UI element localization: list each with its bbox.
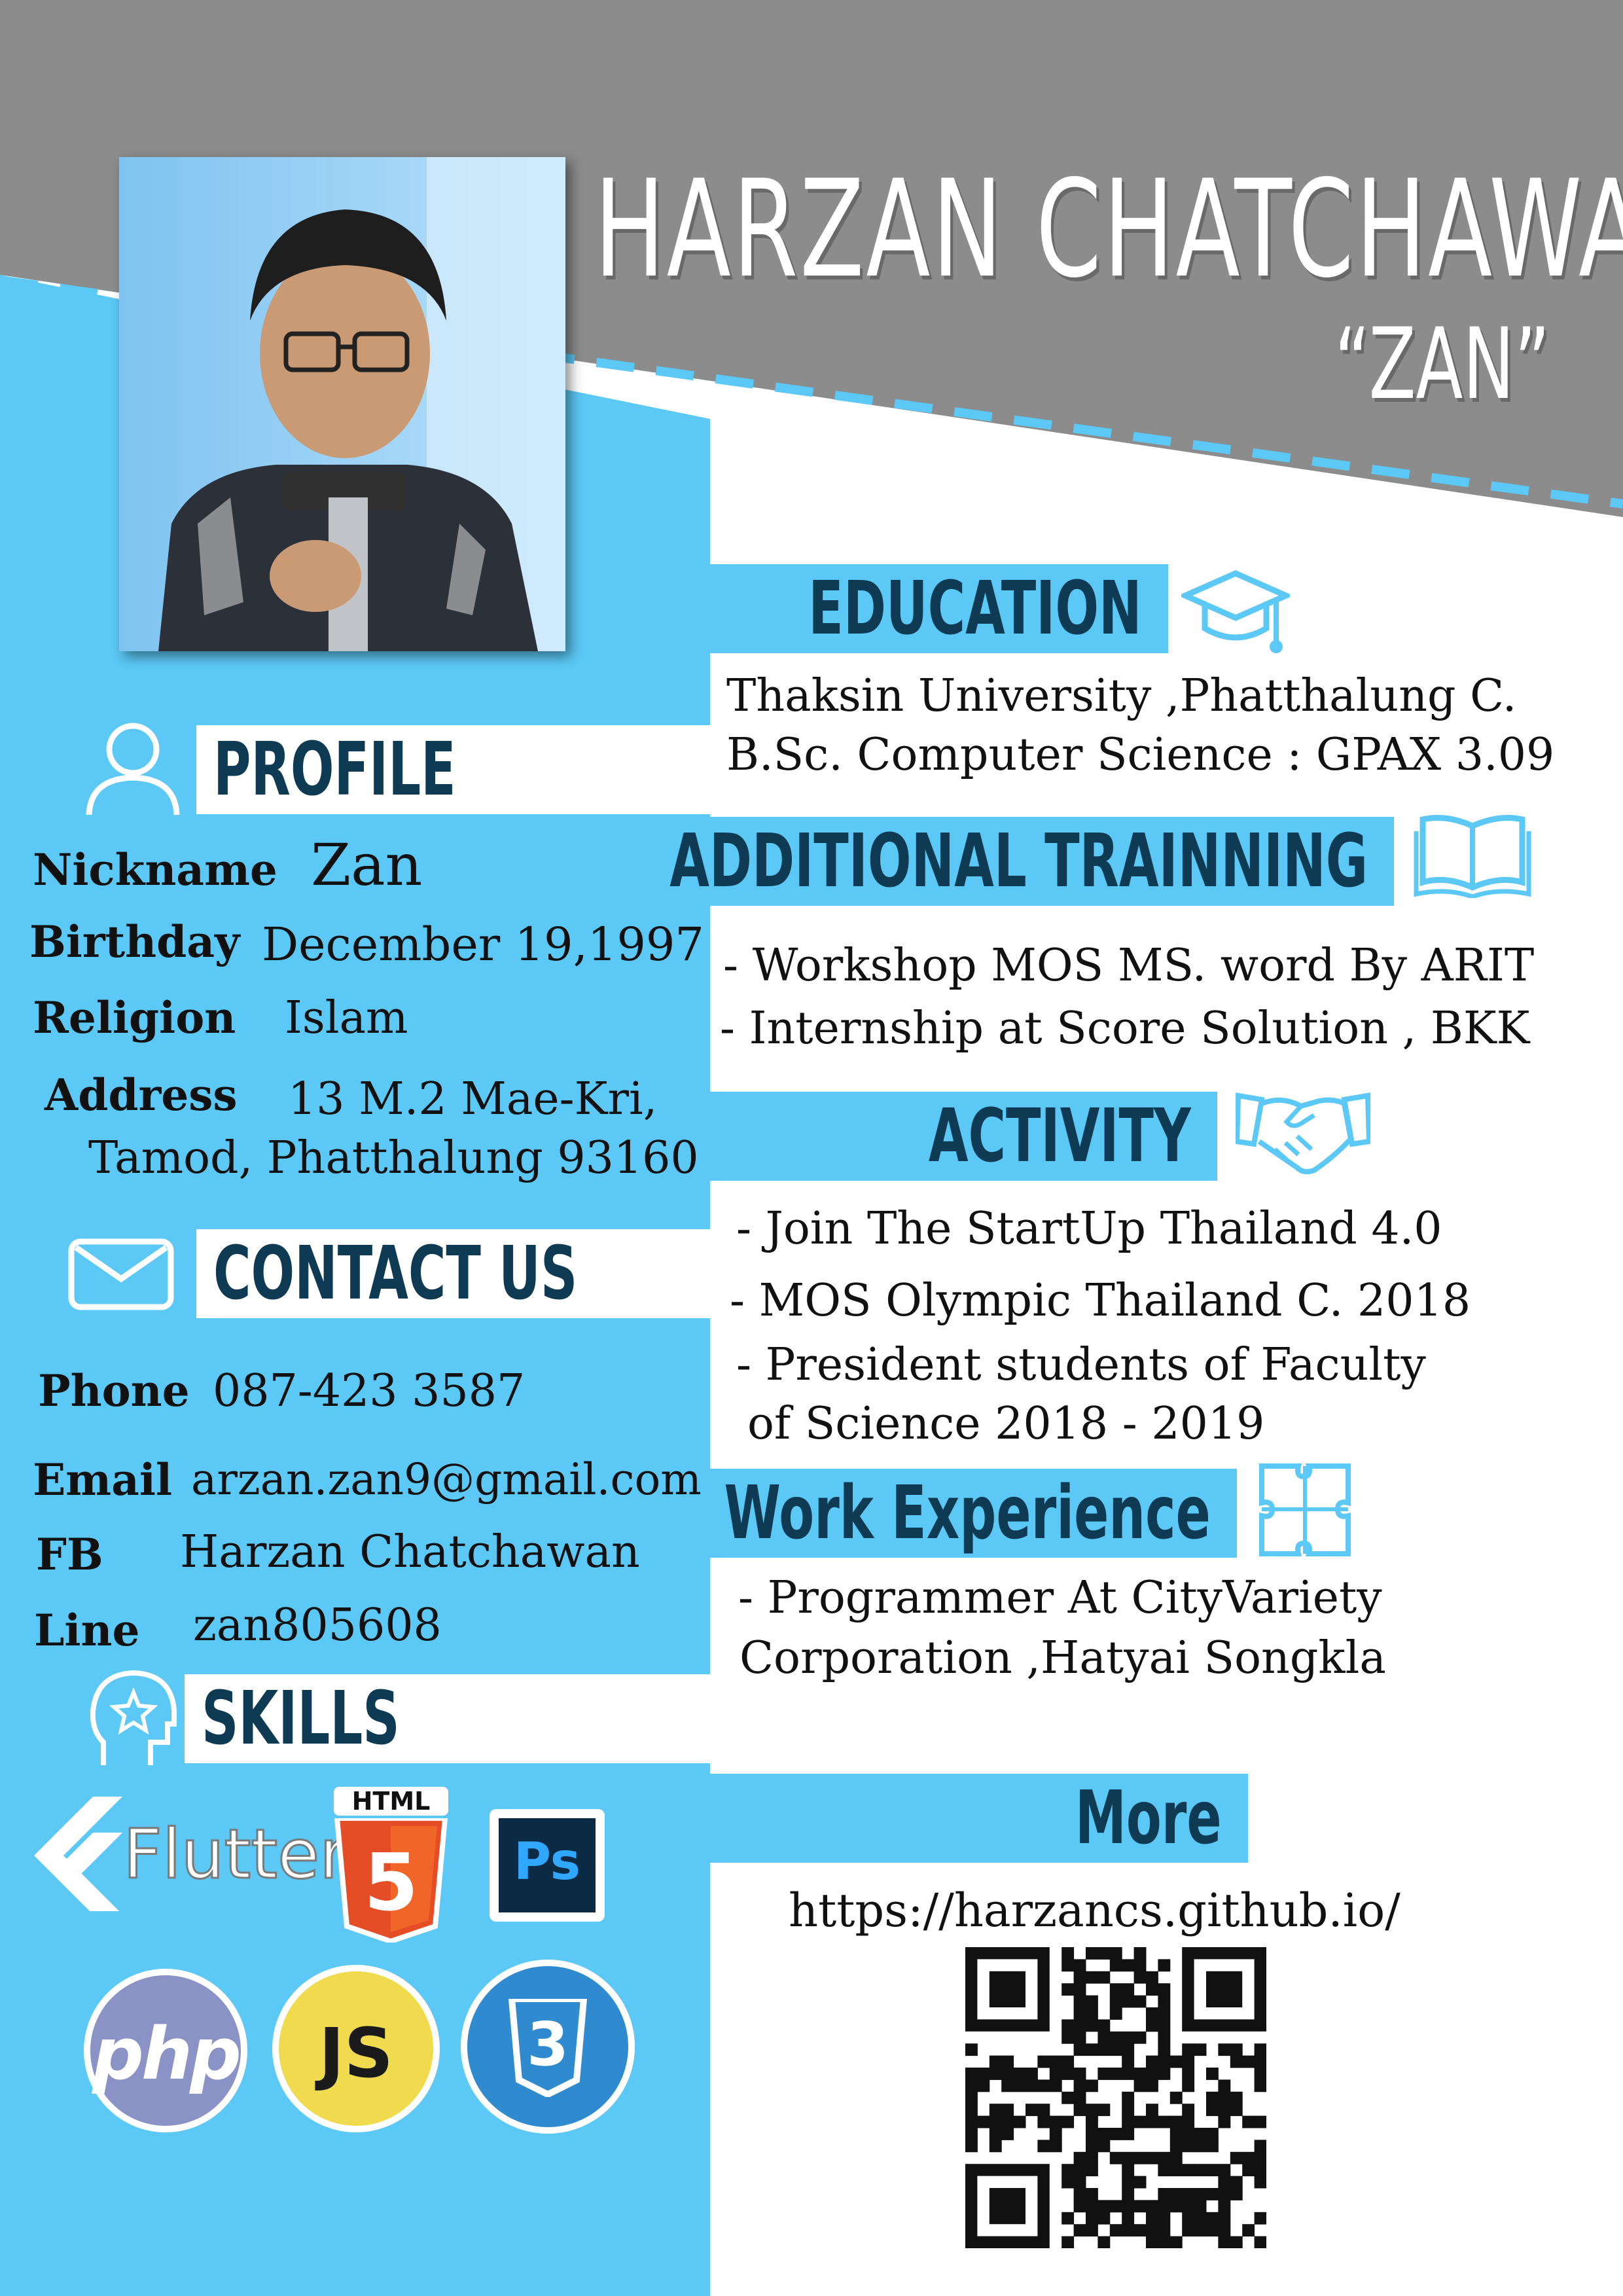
envelope-icon bbox=[68, 1238, 174, 1310]
activity-heading-bar: ACTIVITY bbox=[710, 1092, 1217, 1181]
nickname-label: Nickname bbox=[33, 844, 277, 895]
html-badge-label: HTML bbox=[334, 1787, 448, 1816]
fb-value[interactable]: Harzan Chatchawan bbox=[180, 1526, 640, 1578]
graduation-cap-icon bbox=[1181, 570, 1290, 653]
phone-value: 087-423 3587 bbox=[213, 1365, 526, 1417]
skills-heading: SKILLS bbox=[202, 1676, 400, 1761]
religion-label: Religion bbox=[33, 992, 236, 1043]
activity-heading: ACTIVITY bbox=[929, 1094, 1191, 1179]
js-label: JS bbox=[319, 2013, 393, 2093]
star-head-icon bbox=[90, 1670, 177, 1765]
activity-item-3-line1: - President students of Faculty bbox=[736, 1339, 1426, 1391]
training-item-1: - Workshop MOS MS. word By ARIT bbox=[723, 940, 1535, 992]
nickname-title: “ZAN” bbox=[1334, 308, 1550, 422]
js-logo: JS bbox=[272, 1965, 440, 2132]
activity-item-3-line2: of Science 2018 - 2019 bbox=[747, 1398, 1265, 1450]
qr-code[interactable] bbox=[965, 1947, 1266, 2248]
profile-heading-bar: PROFILE bbox=[196, 725, 710, 814]
resume-page: HARZAN CHATCHAWAN “ZAN” PROFILE Nickname… bbox=[0, 0, 1623, 2296]
education-line1: Thaksin University ,Phatthalung C. bbox=[726, 670, 1517, 722]
open-book-icon bbox=[1414, 815, 1531, 898]
line-label: Line bbox=[34, 1605, 140, 1656]
email-value[interactable]: arzan.zan9@gmail.com bbox=[191, 1454, 702, 1505]
puzzle-icon bbox=[1259, 1463, 1351, 1556]
education-heading-bar: EDUCATION bbox=[710, 564, 1168, 653]
work-line2: Corporation ,Hatyai Songkla bbox=[740, 1632, 1386, 1684]
work-heading: Work Experience bbox=[724, 1471, 1211, 1556]
birthday-label: Birthday bbox=[29, 916, 240, 967]
training-item-2: - Internship at Score Solution , BKK bbox=[720, 1003, 1530, 1054]
nickname-value: Zan bbox=[311, 831, 423, 899]
html-version: 5 bbox=[363, 1838, 419, 1929]
work-heading-bar: Work Experience bbox=[710, 1469, 1237, 1558]
contact-heading: CONTACT US bbox=[213, 1231, 578, 1316]
training-heading: ADDITIONAL TRAINNING bbox=[669, 819, 1368, 904]
fb-label: FB bbox=[36, 1529, 103, 1580]
address-label: Address bbox=[45, 1069, 238, 1121]
email-label: Email bbox=[33, 1454, 173, 1505]
religion-value: Islam bbox=[285, 992, 408, 1044]
activity-item-2: - MOS Olympic Thailand C. 2018 bbox=[730, 1275, 1471, 1327]
photoshop-logo: Ps bbox=[490, 1809, 605, 1922]
handshake-icon bbox=[1236, 1092, 1370, 1174]
profile-photo bbox=[119, 157, 565, 651]
css-version: 3 bbox=[526, 2009, 569, 2079]
php-logo: php bbox=[84, 1969, 247, 2132]
line-value: zan805608 bbox=[193, 1600, 442, 1651]
ps-label: Ps bbox=[513, 1833, 581, 1892]
skills-heading-bar: SKILLS bbox=[185, 1674, 710, 1763]
flutter-label: Flutter bbox=[122, 1814, 349, 1895]
flutter-logo-icon bbox=[34, 1797, 122, 1911]
css3-logo: 3 bbox=[461, 1960, 635, 2134]
education-heading: EDUCATION bbox=[808, 566, 1142, 651]
birthday-value: December 19,1997 bbox=[262, 918, 704, 971]
phone-label: Phone bbox=[38, 1365, 190, 1416]
training-heading-bar: ADDITIONAL TRAINNING bbox=[669, 817, 1394, 906]
education-line2: B.Sc. Computer Science : GPAX 3.09 bbox=[726, 729, 1555, 781]
html5-logo: HTML 5 bbox=[334, 1787, 448, 1944]
full-name: HARZAN CHATCHAWAN bbox=[594, 152, 1623, 308]
user-icon bbox=[86, 723, 180, 816]
activity-item-1: - Join The StartUp Thailand 4.0 bbox=[736, 1203, 1442, 1255]
more-heading-bar: More bbox=[710, 1774, 1248, 1863]
more-heading: More bbox=[1075, 1776, 1222, 1861]
contact-heading-bar: CONTACT US bbox=[196, 1229, 710, 1318]
profile-heading: PROFILE bbox=[213, 727, 456, 812]
address-line1: 13 M.2 Mae-Kri, bbox=[288, 1073, 658, 1125]
website-url[interactable]: https://harzancs.github.io/ bbox=[789, 1884, 1400, 1937]
php-label: php bbox=[92, 2012, 241, 2096]
address-line2: Tamod, Phatthalung 93160 bbox=[88, 1132, 699, 1184]
work-line1: - Programmer At CityVariety bbox=[738, 1572, 1382, 1624]
